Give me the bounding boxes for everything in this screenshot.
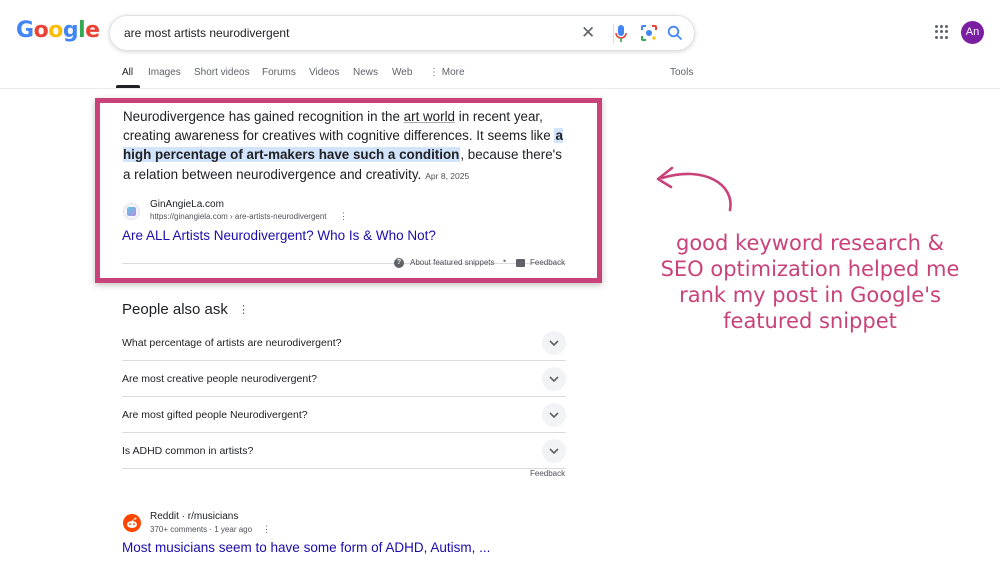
search-box[interactable]: are most artists neurodivergent ✕ <box>109 15 695 51</box>
tools-button[interactable]: Tools <box>670 67 693 78</box>
reddit-result-title-link[interactable]: Most musicians seem to have some form of… <box>122 540 490 555</box>
featured-result-title-link[interactable]: Are ALL Artists Neurodivergent? Who Is &… <box>122 228 436 243</box>
tab-images[interactable]: Images <box>148 67 181 78</box>
help-icon[interactable]: ? <box>394 258 404 268</box>
paa-question[interactable]: Are most creative people neurodivergent? <box>122 361 566 397</box>
tab-more-label: More <box>441 67 465 78</box>
snippet-date: Apr 8, 2025 <box>425 170 470 181</box>
snippet-text-part: Neurodivergence has gained recognition i… <box>123 109 404 124</box>
featured-snippet-text: Neurodivergence has gained recognition i… <box>123 107 573 186</box>
snippet-inline-link[interactable]: art world <box>404 109 455 124</box>
paa-question-text: Is ADHD common in artists? <box>122 445 254 457</box>
search-icon[interactable] <box>667 25 683 46</box>
more-menu-icon: ⋮ <box>429 67 442 78</box>
active-tab-indicator <box>116 85 140 88</box>
site-name[interactable]: GinAngieLa.com <box>150 199 224 210</box>
chevron-down-icon[interactable] <box>542 403 566 427</box>
reddit-source[interactable]: Reddit · r/musicians <box>150 511 238 522</box>
tab-all[interactable]: All <box>122 67 133 78</box>
paa-question-text: Are most creative people neurodivergent? <box>122 373 317 385</box>
lens-icon[interactable] <box>640 24 658 47</box>
result-menu-icon[interactable]: ⋮ <box>262 524 271 535</box>
reddit-icon[interactable] <box>123 514 141 532</box>
clear-icon[interactable]: ✕ <box>581 23 595 43</box>
paa-question-text: What percentage of artists are neurodive… <box>122 337 342 349</box>
reddit-meta: 370+ comments · 1 year ago <box>150 525 253 534</box>
tab-web[interactable]: Web <box>392 67 412 78</box>
about-featured-snippets-link[interactable]: About featured snippets <box>410 258 495 267</box>
paa-question[interactable]: Are most gifted people Neurodivergent? <box>122 397 566 433</box>
paa-question[interactable]: What percentage of artists are neurodive… <box>122 325 566 361</box>
paa-menu-icon[interactable]: ⋮ <box>238 303 249 316</box>
curved-arrow-icon <box>656 166 732 212</box>
chevron-down-icon[interactable] <box>542 367 566 391</box>
separator-dot: • <box>503 256 507 266</box>
tab-more[interactable]: ⋮ More <box>429 67 465 78</box>
people-also-ask-title: People also ask <box>122 301 228 318</box>
search-tabs: All Images Short videos Forums Videos Ne… <box>0 60 1000 89</box>
microphone-icon[interactable] <box>615 25 627 48</box>
google-logo[interactable]: Google <box>16 18 100 43</box>
chevron-down-icon[interactable] <box>542 331 566 355</box>
avatar[interactable]: An <box>961 21 984 44</box>
site-favicon[interactable] <box>123 203 140 220</box>
snippet-feedback-link[interactable]: Feedback <box>530 258 565 267</box>
chevron-down-icon[interactable] <box>542 439 566 463</box>
result-menu-icon[interactable]: ⋮ <box>339 211 348 222</box>
tab-forums[interactable]: Forums <box>262 67 296 78</box>
paa-question-text: Are most gifted people Neurodivergent? <box>122 409 308 421</box>
tab-news[interactable]: News <box>353 67 378 78</box>
feedback-icon[interactable] <box>516 259 525 267</box>
tab-short-videos[interactable]: Short videos <box>194 67 250 78</box>
tab-videos[interactable]: Videos <box>309 67 339 78</box>
search-divider <box>613 24 614 44</box>
site-url[interactable]: https://ginangiela.com › are-artists-neu… <box>150 212 327 221</box>
paa-feedback-link[interactable]: Feedback <box>530 469 565 478</box>
annotation-text: good keyword research & SEO optimization… <box>660 231 960 333</box>
paa-question[interactable]: Is ADHD common in artists? <box>122 433 566 469</box>
snippet-divider <box>122 263 566 264</box>
apps-grid-icon[interactable] <box>935 25 949 39</box>
search-input[interactable]: are most artists neurodivergent <box>124 26 289 40</box>
